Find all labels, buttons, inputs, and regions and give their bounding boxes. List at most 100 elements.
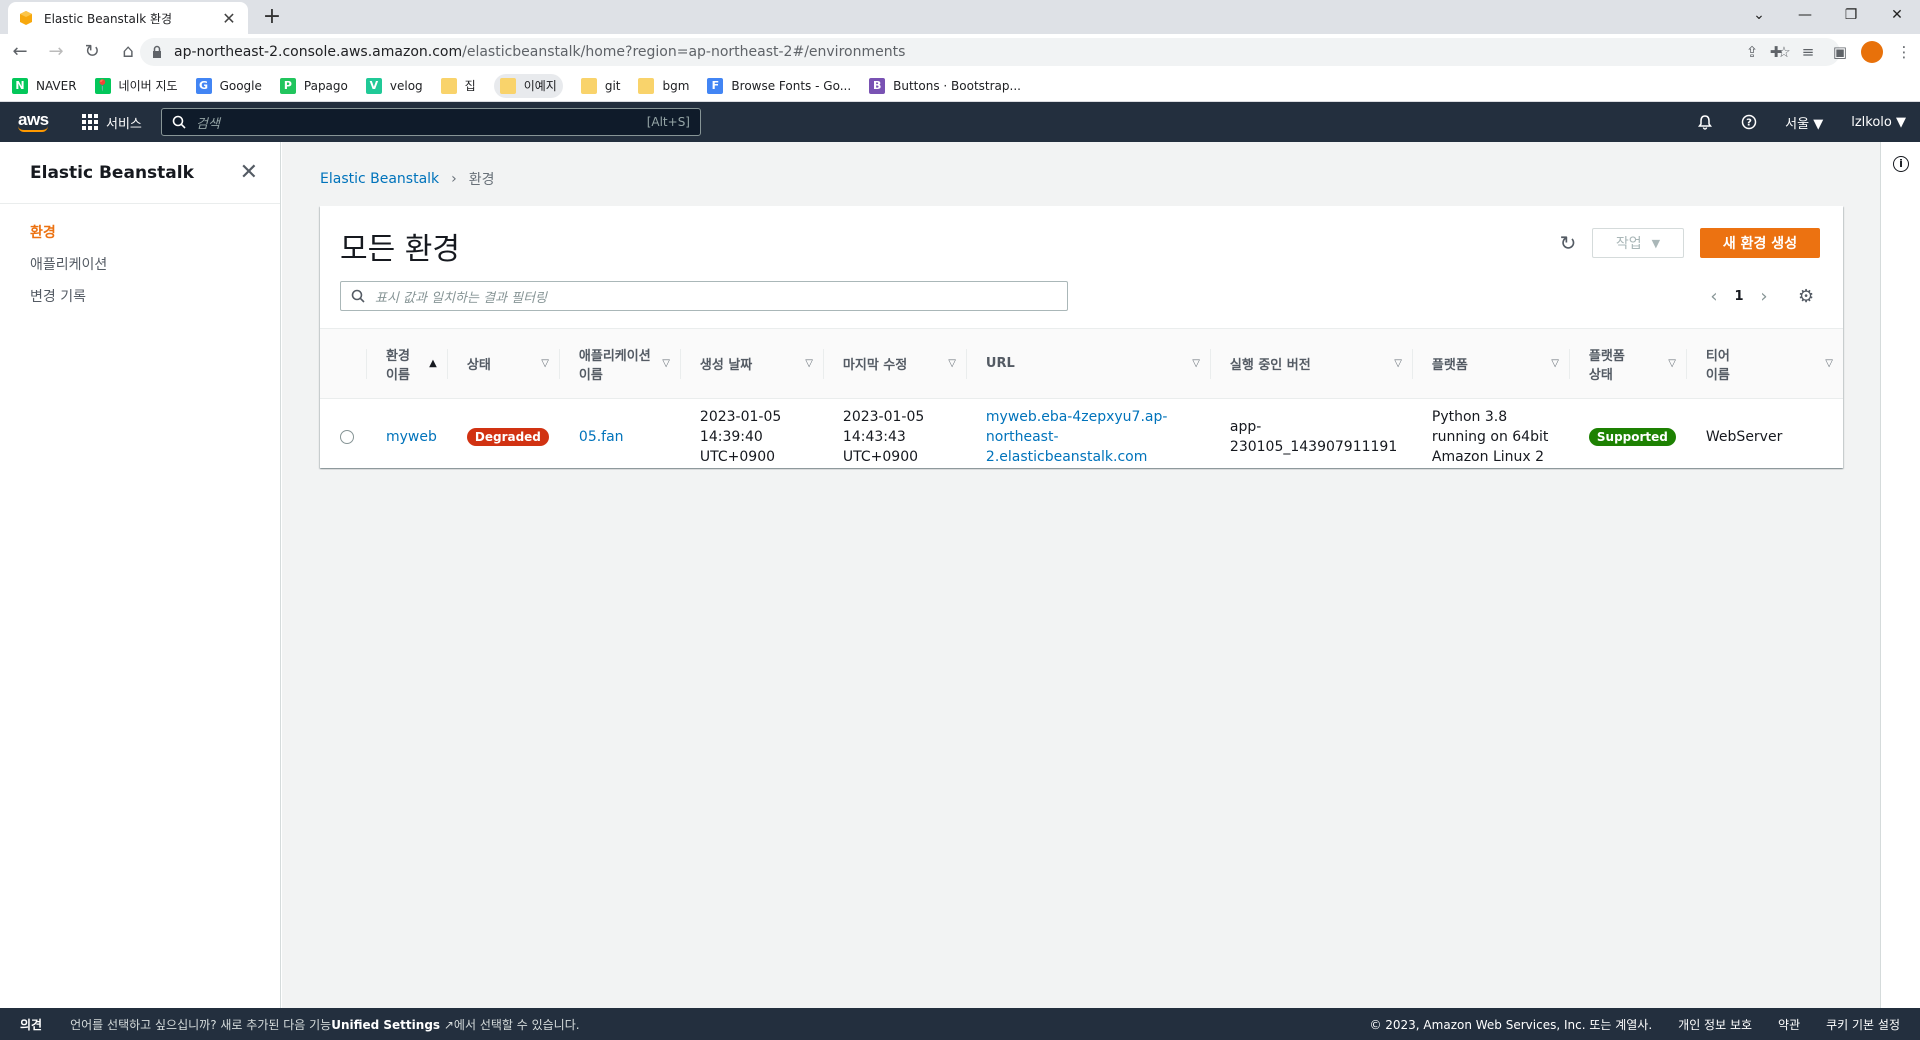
column-header[interactable]: 환경 이름 ▲ bbox=[366, 328, 447, 399]
pagination: ‹ 1 › ⚙ bbox=[1700, 281, 1814, 311]
bookmark-item[interactable]: git bbox=[580, 74, 620, 98]
current-page[interactable]: 1 bbox=[1728, 289, 1750, 304]
svg-text:?: ? bbox=[1746, 118, 1752, 129]
bookmarks-bar: N NAVER 📍 네이버 지도 G Google P Papago Vvelog 집 이예지 git… bbox=[0, 70, 1920, 102]
grid-icon bbox=[82, 114, 98, 130]
sort-icon: ▽ bbox=[1551, 358, 1559, 369]
side-panel-icon[interactable]: ▣ bbox=[1824, 43, 1856, 61]
application-name-link[interactable]: 05.fan bbox=[579, 429, 624, 445]
search-icon bbox=[351, 289, 365, 303]
sort-icon: ▽ bbox=[1192, 358, 1200, 369]
bookmark-item[interactable]: N NAVER bbox=[12, 74, 77, 98]
column-header[interactable]: 실행 중인 버전 ▽ bbox=[1209, 328, 1412, 399]
column-header[interactable]: 생성 날짜 ▽ bbox=[679, 328, 823, 399]
created-date: 2023-01-05 14:39:40 UTC+0900 bbox=[699, 409, 782, 465]
folder-icon bbox=[440, 77, 457, 94]
aws-search-input[interactable]: 검색 [Alt+S] bbox=[161, 108, 701, 136]
bookmark-item[interactable]: Vvelog bbox=[365, 74, 423, 98]
bookmark-favicon-icon: G bbox=[195, 77, 212, 94]
info-icon[interactable]: i bbox=[1893, 156, 1909, 172]
unified-settings-link[interactable]: Unified Settings bbox=[331, 1018, 440, 1032]
beanstalk-favicon-icon bbox=[20, 11, 32, 25]
actions-button[interactable]: 작업 ▼ bbox=[1592, 228, 1684, 258]
tab-search-icon[interactable]: ⌄ bbox=[1736, 0, 1782, 30]
minimize-button[interactable]: — bbox=[1782, 0, 1828, 30]
sort-asc-icon: ▲ bbox=[429, 358, 437, 369]
account-menu[interactable]: lzlkolo ▼ bbox=[1837, 115, 1920, 130]
language-notice: 언어를 선택하고 싶으십니까? 새로 추가된 다음 기능Unified Sett… bbox=[70, 1017, 580, 1032]
profile-avatar[interactable] bbox=[1861, 41, 1883, 63]
row-select-radio[interactable] bbox=[340, 430, 354, 444]
environments-table: 환경 이름 ▲ 상태 ▽ 애플리케이션 이름 ▽ 생성 날짜 ▽ 마지막 수정 ▽ URL… bbox=[320, 328, 1843, 475]
privacy-link[interactable]: 개인 정보 보호 bbox=[1678, 1016, 1752, 1033]
column-header[interactable]: 애플리케이션 이름 ▽ bbox=[558, 328, 680, 399]
close-window-button[interactable]: ✕ bbox=[1874, 0, 1920, 30]
back-icon[interactable]: ← bbox=[4, 36, 36, 68]
address-bar[interactable]: ap-northeast-2.console.aws.amazon.com/el… bbox=[140, 38, 1840, 66]
next-page-icon[interactable]: › bbox=[1750, 286, 1778, 307]
sidenav-item-applications[interactable]: 애플리케이션 bbox=[0, 248, 280, 280]
filter-input[interactable]: 표시 값과 일치하는 결과 필터링 bbox=[340, 281, 1068, 311]
column-header[interactable]: 마지막 수정 ▽ bbox=[822, 328, 966, 399]
terms-link[interactable]: 약관 bbox=[1778, 1016, 1800, 1033]
external-link-icon: ↗ bbox=[440, 1017, 454, 1032]
platform: Python 3.8 running on 64bit Amazon Linux… bbox=[1431, 409, 1549, 465]
bookmark-favicon-icon: V bbox=[365, 77, 382, 94]
bookmark-item[interactable]: P Papago bbox=[279, 74, 348, 98]
tab-close-icon[interactable]: ✕ bbox=[220, 9, 238, 28]
tab-title: Elastic Beanstalk 환경 bbox=[44, 11, 173, 26]
extensions-icon[interactable]: ✚ bbox=[1760, 43, 1792, 61]
sidenav-title[interactable]: Elastic Beanstalk bbox=[30, 163, 194, 183]
column-header[interactable]: 플랫폼 ▽ bbox=[1411, 328, 1569, 399]
refresh-icon[interactable]: ↻ bbox=[1553, 228, 1583, 258]
restore-button[interactable]: ❐ bbox=[1828, 0, 1874, 30]
tier-name: WebServer bbox=[1705, 429, 1783, 445]
services-menu-button[interactable]: 서비스 bbox=[82, 113, 142, 132]
copyright: © 2023, Amazon Web Services, Inc. 또는 계열사… bbox=[1369, 1017, 1653, 1032]
region-selector[interactable]: 서울 ▼ bbox=[1771, 113, 1837, 132]
notifications-bell-icon[interactable] bbox=[1683, 114, 1727, 130]
bookmark-favicon-icon: 📍 bbox=[94, 77, 111, 94]
modified-date: 2023-01-05 14:43:43 UTC+0900 bbox=[842, 409, 925, 465]
bookmark-item[interactable]: B Buttons · Bootstrap... bbox=[869, 74, 1021, 98]
column-header[interactable]: 티어 이름 ▽ bbox=[1685, 328, 1843, 399]
bookmark-item[interactable]: G Google bbox=[195, 74, 262, 98]
column-header[interactable]: URL ▽ bbox=[965, 328, 1210, 399]
bookmark-item[interactable]: 📍 네이버 지도 bbox=[94, 74, 178, 98]
sidenav-item-environments[interactable]: 환경 bbox=[0, 216, 280, 248]
create-environment-button[interactable]: 새 환경 생성 bbox=[1700, 228, 1820, 258]
cookie-preferences-link[interactable]: 쿠키 기본 설정 bbox=[1826, 1016, 1900, 1033]
browser-tab[interactable]: Elastic Beanstalk 환경 ✕ bbox=[8, 2, 248, 34]
running-version: app- 230105_143907911191 bbox=[1229, 419, 1398, 455]
reading-list-icon[interactable]: ≡ bbox=[1792, 43, 1824, 61]
help-panel-toggle: i bbox=[1880, 142, 1920, 1008]
environment-url-link[interactable]: myweb.eba-4zepxyu7.ap- northeast- 2.elas… bbox=[986, 409, 1168, 465]
column-header[interactable]: 상태 ▽ bbox=[446, 328, 559, 399]
search-icon bbox=[172, 115, 186, 129]
sidenav-item-change-history[interactable]: 변경 기록 bbox=[0, 280, 280, 312]
breadcrumb-root-link[interactable]: Elastic Beanstalk bbox=[320, 171, 439, 187]
new-tab-button[interactable]: + bbox=[258, 4, 286, 32]
sort-icon: ▽ bbox=[1394, 358, 1402, 369]
bookmark-item[interactable]: 집 bbox=[440, 74, 476, 98]
sort-icon: ▽ bbox=[541, 358, 549, 369]
menu-icon[interactable]: ⋮ bbox=[1888, 43, 1920, 61]
bookmark-item[interactable]: bgm bbox=[638, 74, 689, 98]
bookmark-item[interactable]: F Browse Fonts - Go... bbox=[707, 74, 851, 98]
forward-icon[interactable]: → bbox=[40, 36, 72, 68]
environment-name-link[interactable]: myweb bbox=[386, 429, 437, 445]
select-column-header bbox=[320, 328, 366, 399]
prev-page-icon[interactable]: ‹ bbox=[1700, 286, 1728, 307]
help-icon[interactable]: ? bbox=[1727, 114, 1771, 130]
feedback-link[interactable]: 의견 bbox=[20, 1016, 42, 1033]
bookmark-favicon-icon: P bbox=[279, 77, 296, 94]
table-row[interactable]: myweb Degraded 05.fan 2023-01-05 14:39:4… bbox=[320, 399, 1843, 476]
column-header[interactable]: 플랫폼 상태 ▽ bbox=[1568, 328, 1686, 399]
gear-icon[interactable]: ⚙ bbox=[1798, 286, 1814, 307]
close-icon[interactable]: ✕ bbox=[240, 160, 258, 185]
aws-logo[interactable]: aws bbox=[18, 111, 52, 132]
bookmark-item[interactable]: 이예지 bbox=[493, 73, 563, 98]
console-footer: 의견 언어를 선택하고 싶으십니까? 새로 추가된 다음 기능Unified S… bbox=[0, 1008, 1920, 1040]
sort-icon: ▽ bbox=[948, 358, 956, 369]
reload-icon[interactable]: ↻ bbox=[76, 36, 108, 68]
